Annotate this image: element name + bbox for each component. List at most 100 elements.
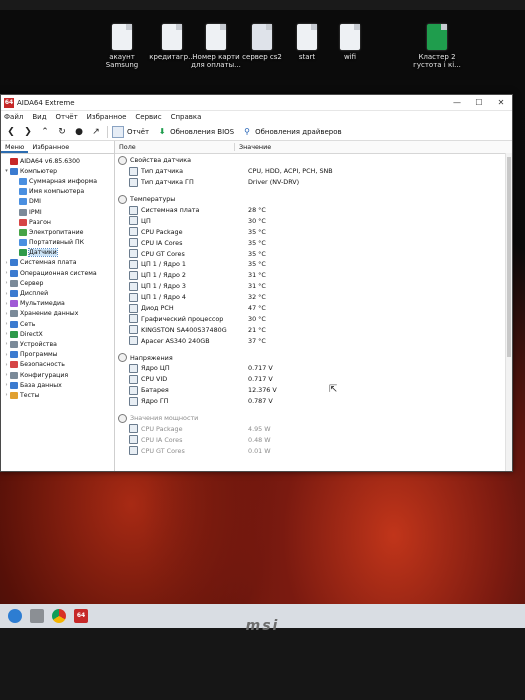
- menu-report[interactable]: Отчёт: [56, 113, 78, 121]
- tree-item[interactable]: › Программы: [1, 350, 114, 360]
- sensor-row[interactable]: CPU VID 0.717 V: [115, 374, 512, 385]
- column-header-field[interactable]: Поле: [115, 143, 235, 151]
- tree-item[interactable]: Разгон: [1, 217, 114, 227]
- sensor-row[interactable]: ЦП 1 / Ядро 1 35 °C: [115, 259, 512, 270]
- tree-item[interactable]: › Сервер: [1, 278, 114, 288]
- tree-item[interactable]: › Безопасность: [1, 360, 114, 370]
- expand-chevron-icon[interactable]: ›: [3, 311, 10, 317]
- sensor-row[interactable]: ЦП 1 / Ядро 3 31 °C: [115, 281, 512, 292]
- tree-item[interactable]: Портативный ПК: [1, 238, 114, 248]
- field-label: Системная плата: [141, 206, 200, 214]
- user-icon[interactable]: ●: [72, 125, 86, 139]
- sensor-row[interactable]: CPU IA Cores 0.48 W: [115, 434, 512, 445]
- tree-item[interactable]: › Операционная система: [1, 268, 114, 278]
- section-header-row[interactable]: Температуры: [115, 194, 512, 205]
- tree-item[interactable]: › DirectX: [1, 329, 114, 339]
- expand-chevron-icon[interactable]: ›: [3, 280, 10, 286]
- tree-item[interactable]: › Хранение данных: [1, 309, 114, 319]
- expand-chevron-icon[interactable]: ›: [3, 341, 10, 347]
- forward-arrow-icon[interactable]: ❯: [21, 125, 35, 139]
- tab-menu[interactable]: Меню: [1, 141, 29, 153]
- sensor-row[interactable]: CPU Package 4.95 W: [115, 423, 512, 434]
- expand-chevron-icon[interactable]: ▾: [3, 168, 10, 174]
- tab-favorites[interactable]: Избранное: [28, 141, 73, 153]
- field-cell: Тип датчика: [115, 166, 246, 176]
- menu-file[interactable]: Файл: [4, 113, 23, 121]
- chart-icon[interactable]: ↗: [89, 125, 103, 139]
- expand-chevron-icon[interactable]: ›: [3, 372, 10, 378]
- sensor-row[interactable]: Ядро ГП 0.787 V: [115, 396, 512, 407]
- bios-update-label: Обновления BIOS: [170, 127, 235, 136]
- vertical-scrollbar[interactable]: [505, 153, 512, 471]
- expand-chevron-icon[interactable]: ›: [3, 352, 10, 358]
- tree-item[interactable]: IPMI: [1, 207, 114, 217]
- section-header-row[interactable]: Значения мощности: [115, 413, 512, 424]
- sensor-icon: [129, 292, 138, 302]
- back-arrow-icon[interactable]: ❮: [4, 125, 18, 139]
- sensor-row[interactable]: CPU IA Cores 35 °C: [115, 237, 512, 248]
- menu-view[interactable]: Вид: [32, 113, 46, 121]
- sensor-row[interactable]: KINGSTON SA400S37480G 21 °C: [115, 324, 512, 335]
- desktop-icon[interactable]: акаунт Samsung: [96, 24, 148, 69]
- tree-item[interactable]: › Дисплей: [1, 288, 114, 298]
- sensor-row[interactable]: ЦП 1 / Ядро 4 32 °C: [115, 292, 512, 303]
- tree-item[interactable]: › Тесты: [1, 390, 114, 400]
- desktop-icon[interactable]: wifi: [324, 24, 376, 61]
- column-header-value[interactable]: Значение: [235, 143, 271, 151]
- sensor-row[interactable]: CPU Package 35 °C: [115, 226, 512, 237]
- tree-item[interactable]: Суммарная информа: [1, 176, 114, 186]
- tree-item[interactable]: › База данных: [1, 380, 114, 390]
- desktop-icon[interactable]: Номер карти для оплаты...: [190, 24, 242, 69]
- scrollbar-thumb[interactable]: [507, 157, 511, 357]
- close-button[interactable]: ✕: [490, 95, 512, 110]
- tree-item[interactable]: ▾ Компьютер: [1, 166, 114, 176]
- sensor-row[interactable]: CPU GT Cores 35 °C: [115, 248, 512, 259]
- sensor-row[interactable]: Тип датчика CPU, HDD, ACPI, PCH, SNB: [115, 166, 512, 177]
- tree-item[interactable]: Имя компьютера: [1, 187, 114, 197]
- expand-chevron-icon[interactable]: ›: [3, 382, 10, 388]
- tree-item-icon: [10, 290, 18, 298]
- expand-chevron-icon[interactable]: ›: [3, 301, 10, 307]
- tree-item[interactable]: › Конфигурация: [1, 370, 114, 380]
- field-cell: Диод PCH: [115, 303, 246, 313]
- report-button[interactable]: Отчёт: [112, 125, 149, 138]
- tree-item[interactable]: › Системная плата: [1, 258, 114, 268]
- tree-item[interactable]: › Сеть: [1, 319, 114, 329]
- sensor-row[interactable]: Графический процессор 30 °C: [115, 313, 512, 324]
- tree-item[interactable]: Датчики: [1, 248, 114, 258]
- minimize-button[interactable]: —: [446, 95, 468, 110]
- desktop-icon[interactable]: Кластер 2 густота і кі...: [411, 24, 463, 69]
- expand-chevron-icon[interactable]: ›: [3, 362, 10, 368]
- expand-chevron-icon[interactable]: ›: [3, 260, 10, 266]
- refresh-icon[interactable]: ↻: [55, 125, 69, 139]
- driver-update-button[interactable]: ⚲ Обновления драйверов: [242, 127, 342, 137]
- expand-chevron-icon[interactable]: ›: [3, 291, 10, 297]
- sensor-row[interactable]: Диод PCH 47 °C: [115, 303, 512, 314]
- section-header-row[interactable]: Напряжения: [115, 352, 512, 363]
- sensor-row[interactable]: Системная плата 28 °C: [115, 205, 512, 216]
- expand-chevron-icon[interactable]: ›: [3, 331, 10, 337]
- menu-service[interactable]: Сервис: [135, 113, 161, 121]
- maximize-button[interactable]: ☐: [468, 95, 490, 110]
- sensor-row[interactable]: Ядро ЦП 0.717 V: [115, 363, 512, 374]
- up-arrow-icon[interactable]: ⌃: [38, 125, 52, 139]
- sensor-row[interactable]: Батарея 12.376 V: [115, 385, 512, 396]
- expand-chevron-icon[interactable]: ›: [3, 392, 10, 398]
- field-label: ЦП 1 / Ядро 4: [141, 293, 187, 302]
- sensor-row[interactable]: ЦП 30 °C: [115, 215, 512, 226]
- bios-update-button[interactable]: ⬇ Обновления BIOS: [157, 127, 234, 137]
- tree-item[interactable]: Электропитание: [1, 227, 114, 237]
- sensor-row[interactable]: Apacer AS340 240GB 37 °C: [115, 335, 512, 346]
- expand-chevron-icon[interactable]: ›: [3, 270, 10, 276]
- sensor-row[interactable]: Тип датчика ГП Driver (NV-DRV): [115, 177, 512, 188]
- section-header-row[interactable]: Свойства датчика: [115, 155, 512, 166]
- menu-favorites[interactable]: Избранное: [87, 113, 127, 121]
- tree-item[interactable]: › Мультимедиа: [1, 299, 114, 309]
- sensor-row[interactable]: ЦП 1 / Ядро 2 31 °C: [115, 270, 512, 281]
- sensor-row[interactable]: CPU GT Cores 0.01 W: [115, 445, 512, 456]
- menu-help[interactable]: Справка: [171, 113, 202, 121]
- expand-chevron-icon[interactable]: ›: [3, 321, 10, 327]
- tree-item[interactable]: DMI: [1, 197, 114, 207]
- tree-item[interactable]: › Устройства: [1, 339, 114, 349]
- tree-item[interactable]: AIDA64 v6.85.6300: [1, 156, 114, 166]
